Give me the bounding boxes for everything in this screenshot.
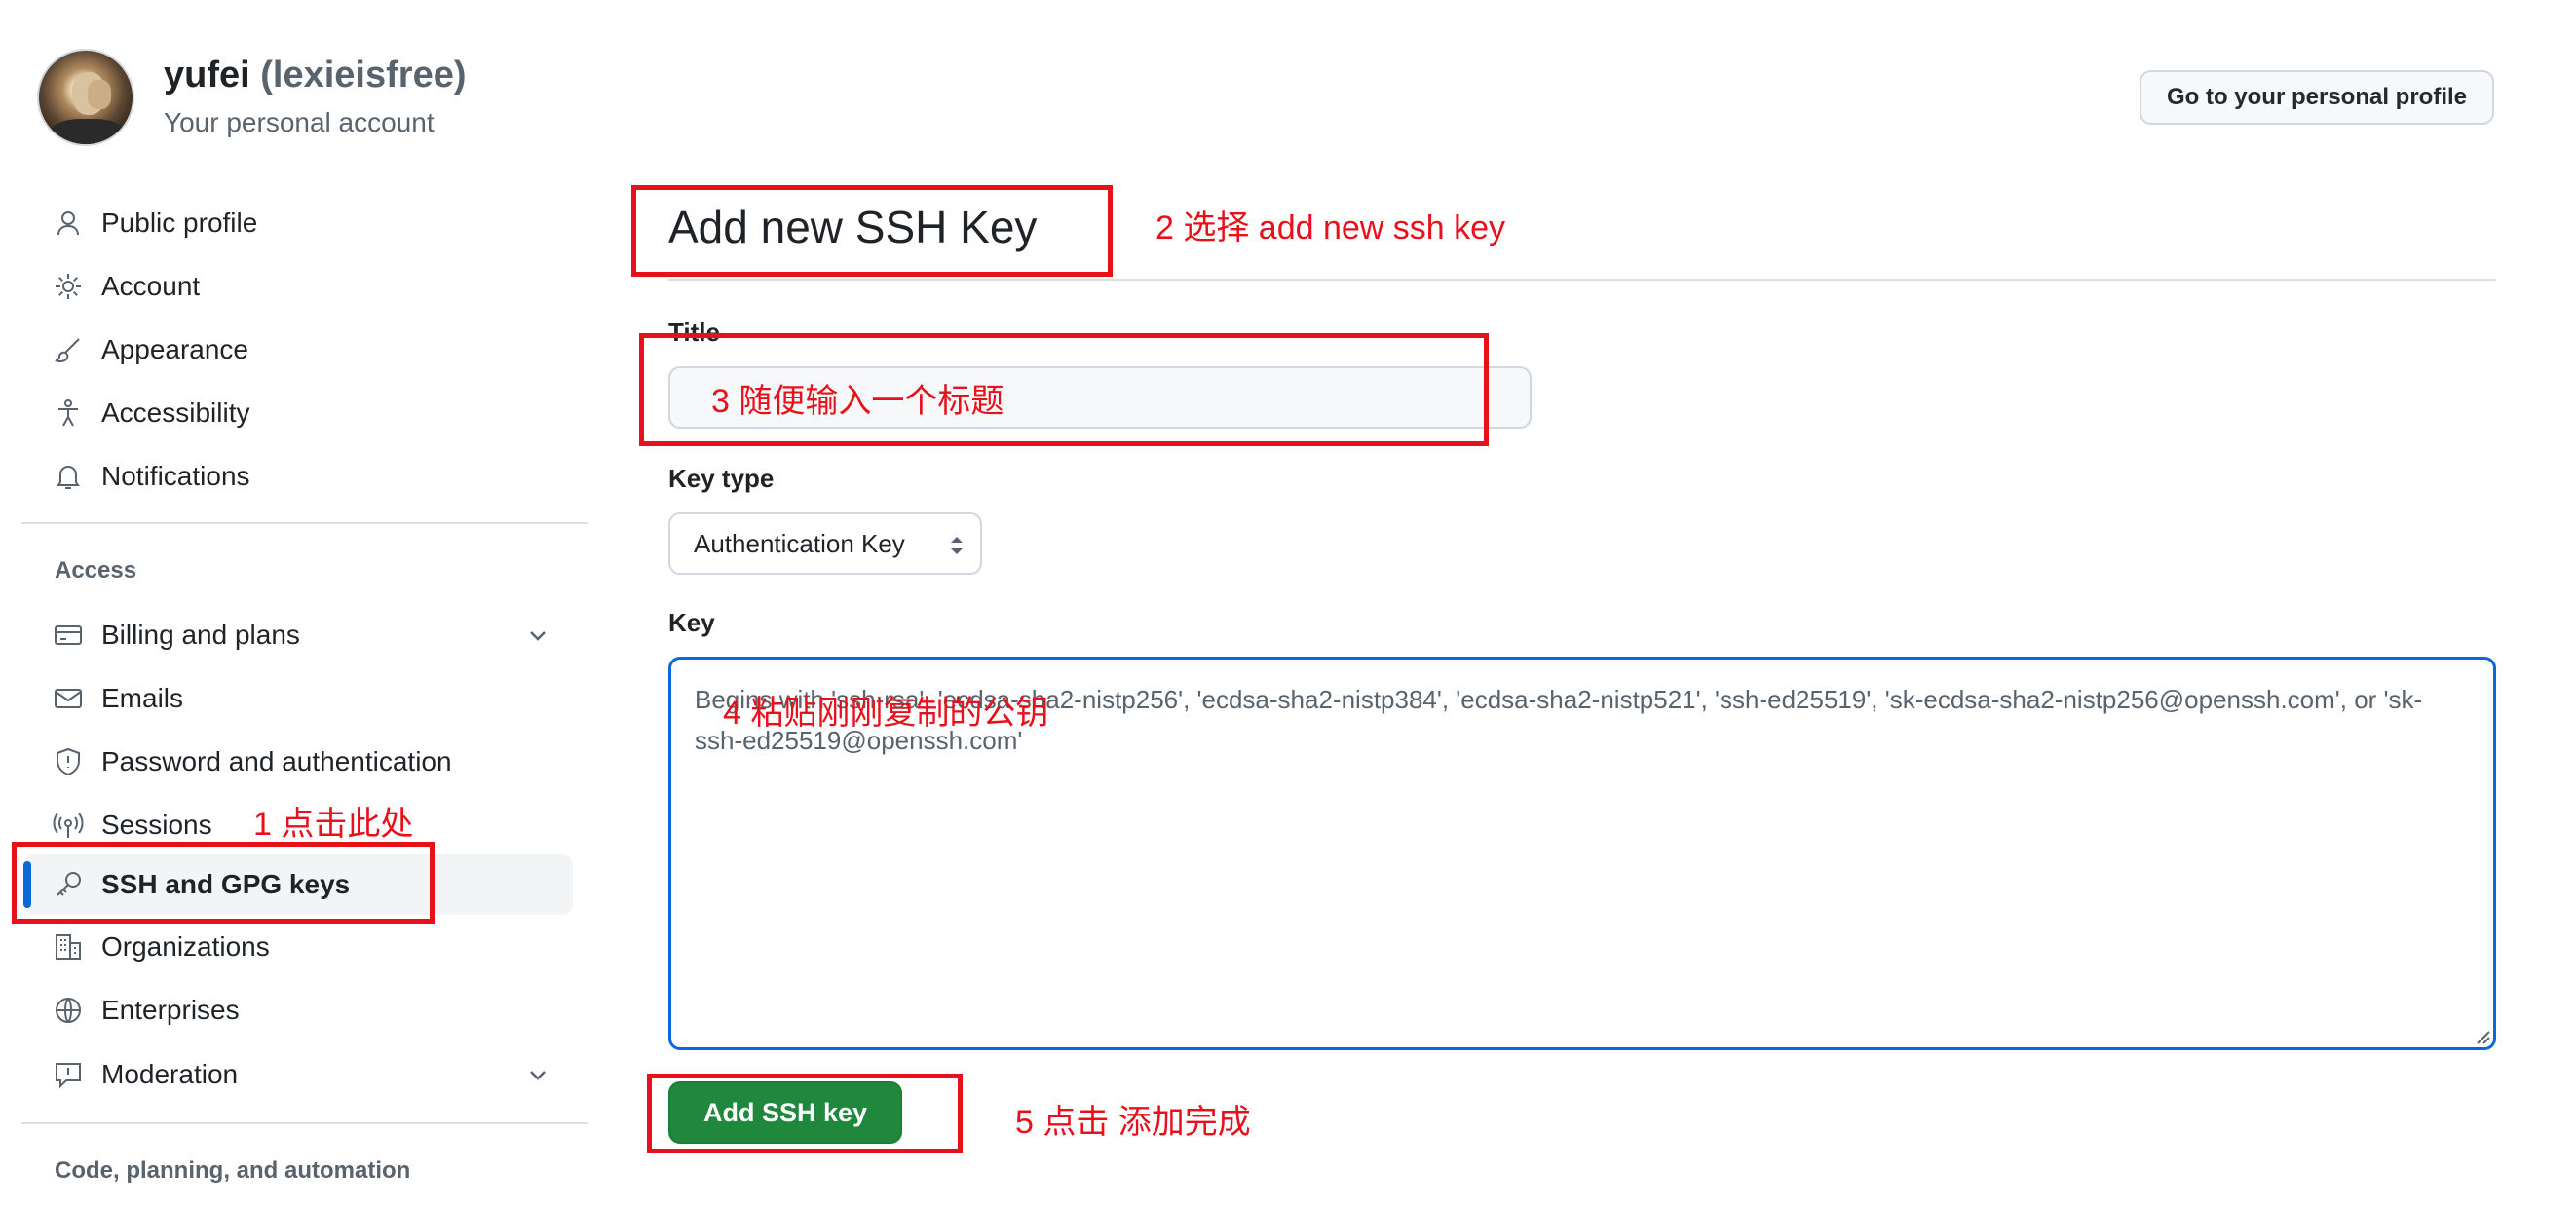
credit-card-icon — [53, 620, 84, 651]
sidebar-item-account[interactable]: Account — [23, 256, 573, 317]
sidebar-item-organizations[interactable]: Organizations — [23, 917, 573, 977]
annotation-step5: 5 点击 添加完成 — [1015, 1104, 1251, 1141]
sidebar-item-label: Appearance — [101, 334, 249, 364]
sidebar-divider — [21, 522, 588, 524]
account-subtitle: Your personal account — [164, 107, 435, 137]
paintbrush-icon — [53, 334, 84, 365]
globe-icon — [53, 995, 84, 1026]
sidebar-section-access: Access — [55, 557, 137, 584]
broadcast-icon — [53, 810, 84, 841]
bell-icon — [53, 461, 84, 492]
accessibility-icon — [53, 397, 84, 429]
sidebar-divider — [21, 1122, 588, 1124]
sidebar-section-code: Code, planning, and automation — [55, 1157, 411, 1184]
report-icon — [53, 1059, 84, 1090]
annotation-box-step1 — [12, 842, 435, 924]
annotation-box-step5 — [647, 1074, 963, 1153]
sidebar-item-appearance[interactable]: Appearance — [23, 320, 573, 380]
sidebar-item-label: Account — [101, 271, 201, 301]
user-name: yufei — [164, 55, 250, 95]
key-type-label: Key type — [668, 464, 775, 493]
sidebar-item-label: Accessibility — [101, 397, 250, 428]
resize-handle-icon[interactable] — [2473, 1027, 2490, 1044]
annotation-step3: 3 随便输入一个标题 — [711, 383, 1004, 420]
key-label: Key — [668, 608, 715, 637]
sidebar-item-accessibility[interactable]: Accessibility — [23, 383, 573, 443]
sidebar-item-password[interactable]: Password and authentication — [23, 732, 573, 792]
sidebar-item-enterprises[interactable]: Enterprises — [23, 980, 573, 1040]
sidebar-item-label: Organizations — [101, 931, 270, 962]
avatar[interactable] — [37, 49, 134, 146]
key-type-value: Authentication Key — [694, 528, 905, 558]
sidebar-item-billing[interactable]: Billing and plans — [23, 605, 573, 665]
sidebar-item-label: Moderation — [101, 1059, 239, 1089]
select-arrows-icon — [951, 537, 963, 554]
chevron-down-icon[interactable] — [526, 1063, 549, 1086]
person-icon — [53, 208, 84, 239]
annotation-box-step2 — [631, 185, 1113, 277]
shield-icon — [53, 746, 84, 777]
title-divider — [668, 279, 2496, 281]
annotation-step4: 4 粘贴刚刚复制的公钥 — [723, 695, 1049, 732]
organization-icon — [53, 931, 84, 963]
key-type-select[interactable]: Authentication Key — [668, 512, 982, 575]
user-display-name: yufei (lexieisfree) — [164, 55, 467, 96]
sidebar-item-label: Password and authentication — [101, 746, 452, 776]
sidebar-item-label: Billing and plans — [101, 620, 300, 650]
mail-icon — [53, 683, 84, 714]
sidebar-item-label: Public profile — [101, 208, 258, 238]
gear-icon — [53, 271, 84, 302]
annotation-step1: 1 点击此处 — [253, 806, 414, 843]
annotation-step2: 2 选择 add new ssh key — [1155, 209, 1506, 246]
sidebar-item-label: Sessions — [101, 810, 212, 840]
sidebar-item-notifications[interactable]: Notifications — [23, 446, 573, 507]
sidebar-item-emails[interactable]: Emails — [23, 668, 573, 729]
sidebar-item-label: Notifications — [101, 461, 250, 491]
sidebar-item-moderation[interactable]: Moderation — [23, 1044, 573, 1105]
user-handle: (lexieisfree) — [260, 55, 467, 95]
sidebar-item-label: Enterprises — [101, 995, 240, 1025]
sidebar-item-label: Emails — [101, 683, 184, 713]
go-to-profile-button[interactable]: Go to your personal profile — [2140, 70, 2494, 125]
sidebar-item-public-profile[interactable]: Public profile — [23, 193, 573, 253]
chevron-down-icon[interactable] — [526, 624, 549, 647]
